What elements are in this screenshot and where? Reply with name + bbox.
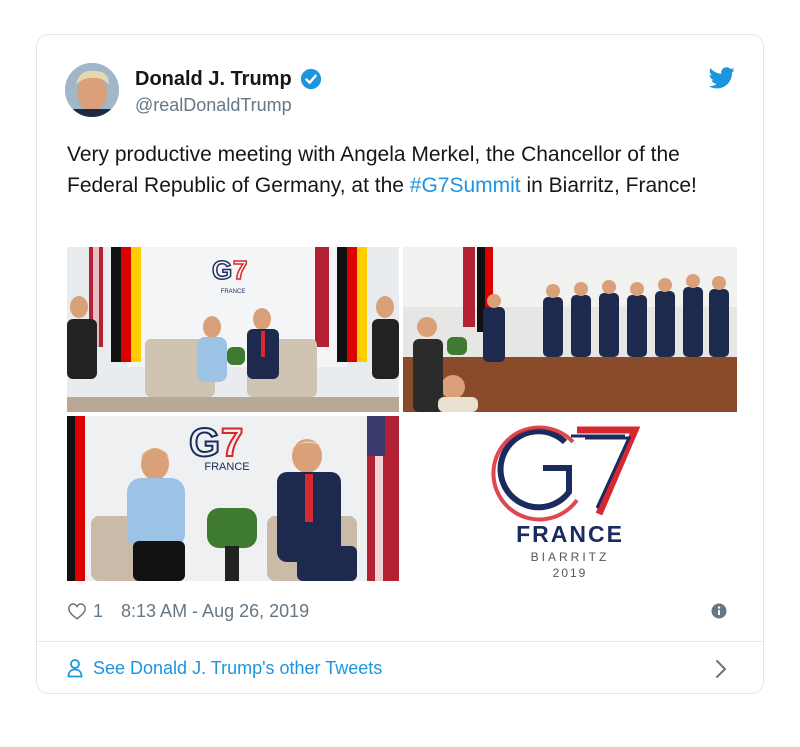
svg-text:G: G	[189, 421, 220, 465]
like-count[interactable]: 1	[93, 601, 103, 622]
avatar-image	[65, 63, 119, 117]
tweet-text: Very productive meeting with Angela Merk…	[67, 139, 737, 201]
photo-3[interactable]: G 7 FRANCE	[67, 416, 399, 581]
logo-year-text: 2019	[552, 566, 588, 580]
twitter-bird-icon[interactable]	[709, 67, 735, 89]
user-handle[interactable]: @realDonaldTrump	[135, 93, 322, 117]
svg-text:7: 7	[233, 255, 247, 285]
photo-1[interactable]: G 7 FRANCE	[67, 247, 399, 412]
person-icon	[67, 659, 83, 678]
info-icon[interactable]	[711, 603, 727, 619]
photo-2[interactable]	[403, 247, 737, 412]
tweet-timestamp[interactable]: 8:13 AM - Aug 26, 2019	[121, 601, 309, 622]
logo-france-text: FRANCE	[516, 521, 624, 547]
tweet-meta: 1 8:13 AM - Aug 26, 2019	[67, 599, 309, 623]
other-tweets-label[interactable]: See Donald J. Trump's other Tweets	[93, 658, 382, 679]
svg-text:7: 7	[221, 421, 243, 465]
hashtag-link[interactable]: #G7Summit	[410, 174, 521, 197]
user-names: Donald J. Trump @realDonaldTrump	[135, 67, 322, 117]
tweet-header: Donald J. Trump @realDonaldTrump	[65, 63, 735, 119]
avatar[interactable]	[65, 63, 119, 117]
svg-text:G: G	[212, 255, 232, 285]
photo-1-logo-text: FRANCE	[221, 289, 246, 295]
photo-3-logo-text: FRANCE	[204, 461, 249, 473]
heart-icon[interactable]	[67, 602, 87, 620]
other-tweets-link[interactable]: See Donald J. Trump's other Tweets	[67, 655, 382, 681]
g7-logo-tile[interactable]: FRANCE BIARRITZ 2019	[403, 416, 737, 581]
tweet-card: Donald J. Trump @realDonaldTrump Very pr…	[36, 34, 764, 694]
display-name-row[interactable]: Donald J. Trump	[135, 67, 322, 91]
chevron-right-icon[interactable]	[715, 659, 727, 679]
verified-badge-icon	[300, 68, 321, 90]
tweet-text-part-2: in Biarritz, France!	[520, 174, 697, 197]
media-grid: G 7 FRANCE G 7 FRANCE FRANCE BIARRITZ 20…	[67, 247, 737, 581]
footer-divider	[37, 641, 763, 642]
display-name[interactable]: Donald J. Trump	[135, 67, 292, 91]
logo-biarritz-text: BIARRITZ	[530, 550, 610, 564]
